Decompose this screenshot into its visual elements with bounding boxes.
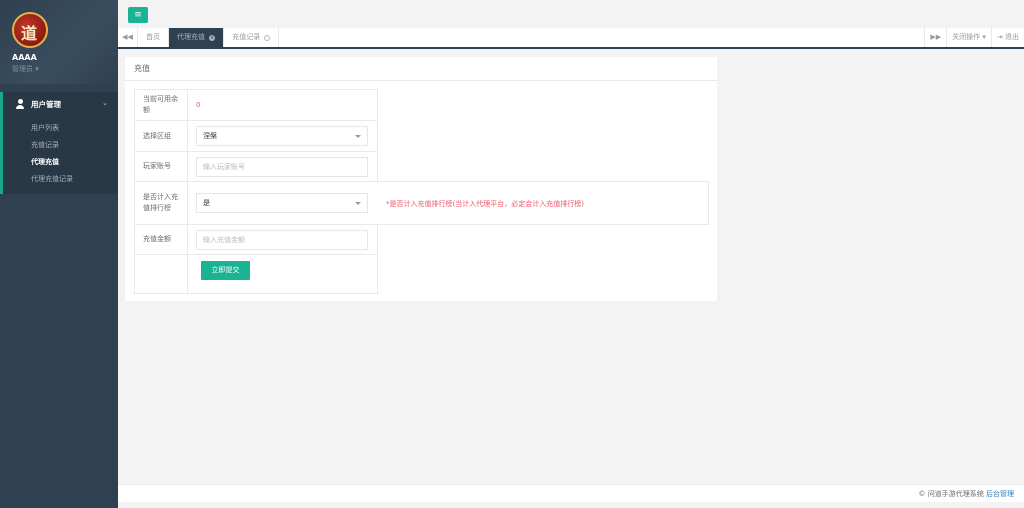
caret-down-icon — [355, 135, 361, 138]
logout-label: 退出 — [1005, 33, 1019, 41]
account-cell: 输入玩家账号 — [188, 152, 377, 181]
hamburger-icon: ≡ — [134, 10, 142, 20]
user-icon — [15, 99, 25, 109]
topbar: ≡ — [118, 0, 1024, 28]
role-dropdown[interactable]: 管理员 ▾ — [12, 64, 118, 74]
balance-label: 当前可用余额 — [135, 90, 188, 120]
tabs-scroll-right-button[interactable]: ▶▶ — [924, 28, 946, 47]
logout-button[interactable]: ⇥ 退出 — [990, 28, 1024, 47]
double-right-arrow-icon: ▶▶ — [930, 33, 942, 41]
form-row-amount: 充值金额 输入充值金额 — [134, 224, 378, 255]
rank-hint: *是否计入充值排行榜(当计入代理平台，必定会计入充值排行榜) — [386, 200, 584, 208]
rank-select[interactable]: 是 — [196, 193, 368, 213]
close-icon[interactable]: · — [264, 35, 271, 41]
submit-button[interactable]: 立即提交 — [201, 261, 250, 280]
tabs: 首页 代理充值 × 充值记录 · — [138, 28, 280, 47]
logout-icon: ⇥ — [996, 33, 1003, 41]
chevron-down-icon: ⌄ — [102, 99, 108, 107]
sidebar-item-agent-recharge-records[interactable]: 代理充值记录 — [3, 171, 118, 188]
sidebar-item-recharge-records[interactable]: 充值记录 — [3, 137, 118, 154]
copyright-text: © 问道手游代理系统 — [918, 490, 984, 498]
zone-cell: 涅槃 — [188, 121, 377, 151]
amount-label: 充值金额 — [135, 225, 188, 254]
tab-label: 充值记录 — [232, 33, 261, 41]
username: AAAA — [12, 53, 37, 62]
rank-cell: 是 *是否计入充值排行榜(当计入代理平台，必定会计入充值排行榜) — [188, 182, 708, 224]
zone-select[interactable]: 涅槃 — [196, 126, 368, 146]
menu-toggle-button[interactable]: ≡ — [128, 7, 148, 23]
nav-submenu: 用户列表 充值记录 代理充值 代理充值记录 — [3, 116, 118, 194]
sidebar: 道 AAAA 管理员 ▾ 用户管理 ⌄ 用户列表 充值记录 代理充值 代理充值记… — [0, 0, 118, 508]
amount-input[interactable]: 输入充值金额 — [196, 230, 368, 250]
sidebar-item-user-list[interactable]: 用户列表 — [3, 120, 118, 137]
footer-text: © 问道手游代理系统 后台管理 — [919, 489, 1014, 499]
submit-label-cell — [135, 255, 188, 293]
tab-recharge-records[interactable]: 充值记录 · — [224, 28, 280, 47]
nav-user-management: 用户管理 ⌄ 用户列表 充值记录 代理充值 代理充值记录 — [0, 92, 118, 194]
zone-label: 选择区组 — [135, 121, 188, 151]
close-operations-dropdown[interactable]: 关闭操作 ▾ — [946, 28, 991, 47]
nav-header-user-management[interactable]: 用户管理 ⌄ — [3, 92, 118, 116]
balance-value: 0 — [196, 101, 201, 109]
tab-label: 首页 — [146, 33, 160, 41]
form-row-zone: 选择区组 涅槃 — [134, 120, 378, 152]
zone-selected-value: 涅槃 — [203, 132, 217, 140]
tabs-scroll-left-button[interactable]: ◀◀ — [118, 28, 138, 47]
account-label: 玩家账号 — [135, 152, 188, 181]
profile: 道 AAAA 管理员 ▾ — [0, 0, 118, 84]
form-row-rank: 是否计入充值排行榜 是 *是否计入充值排行榜(当计入代理平台，必定会计入充值排行… — [134, 181, 709, 225]
sidebar-item-agent-recharge[interactable]: 代理充值 — [3, 154, 118, 171]
account-input[interactable]: 输入玩家账号 — [196, 157, 368, 177]
tab-agent-recharge[interactable]: 代理充值 × — [169, 28, 225, 47]
amount-cell: 输入充值金额 — [188, 225, 377, 254]
form-row-account: 玩家账号 输入玩家账号 — [134, 151, 378, 182]
close-icon[interactable]: × — [209, 35, 216, 41]
balance-cell: 0 — [188, 90, 377, 120]
admin-link[interactable]: 后台管理 — [986, 490, 1014, 498]
tab-label: 代理充值 — [177, 33, 205, 41]
logo-glyph: 道 — [21, 24, 38, 43]
tabs-right-controls: ▶▶ 关闭操作 ▾ ⇥ 退出 — [924, 28, 1024, 47]
tabs-bar: ◀◀ 首页 代理充值 × 充值记录 · ▶▶ 关闭操作 ▾ ⇥ 退出 — [118, 28, 1024, 49]
nav-header-label: 用户管理 — [31, 99, 61, 109]
avatar[interactable]: 道 — [12, 12, 48, 48]
form-row-balance: 当前可用余额 0 — [134, 89, 378, 121]
tab-home[interactable]: 首页 — [138, 28, 169, 47]
panel-title: 充值 — [125, 57, 717, 81]
form-row-submit — [134, 254, 378, 294]
rank-selected-value: 是 — [203, 199, 210, 207]
caret-down-icon — [355, 202, 361, 205]
footer: © 问道手游代理系统 后台管理 — [118, 484, 1024, 502]
rank-label: 是否计入充值排行榜 — [135, 182, 188, 224]
double-left-arrow-icon: ◀◀ — [122, 33, 133, 41]
